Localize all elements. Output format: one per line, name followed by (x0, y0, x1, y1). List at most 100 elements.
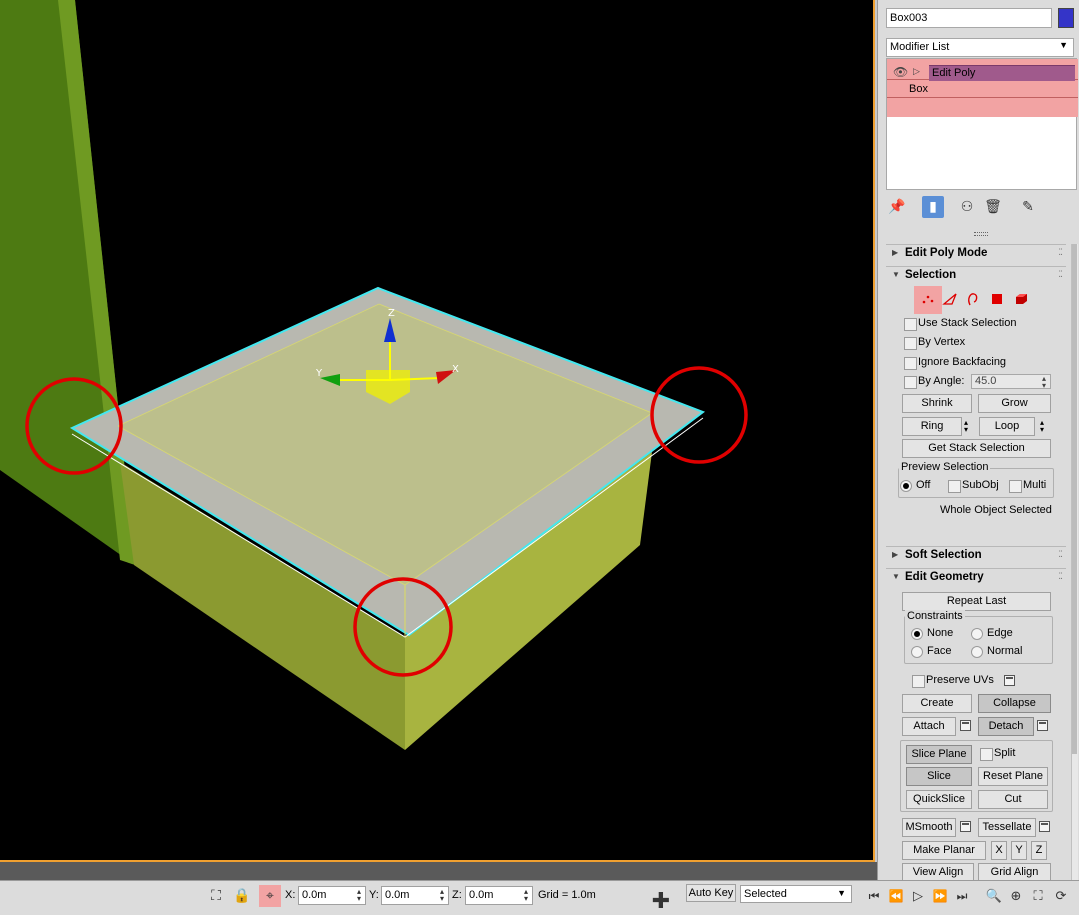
show-end-result-icon[interactable]: ▮ (922, 196, 944, 218)
collapse-button[interactable]: Collapse (978, 694, 1051, 713)
view-align-button[interactable]: View Align (902, 863, 974, 880)
constraint-none-radio[interactable]: None (911, 627, 953, 640)
quickslice-button[interactable]: QuickSlice (906, 790, 972, 809)
zoom-icon[interactable]: 🔍 (983, 885, 1005, 907)
next-frame-icon[interactable]: ⏩ (929, 885, 951, 907)
by-vertex-checkbox[interactable]: By Vertex (904, 336, 965, 352)
modifier-stack: 👁 ▷ Edit Poly Box (886, 58, 1078, 190)
z-coordinate-field[interactable]: 0.0m (465, 886, 533, 905)
planar-z-button[interactable]: Z (1031, 841, 1047, 860)
create-button[interactable]: Create (902, 694, 972, 713)
preview-multi-checkbox[interactable]: Multi (1009, 479, 1046, 495)
object-name-field[interactable]: Box003 (886, 8, 1052, 28)
stack-item-box[interactable]: Box (909, 83, 928, 95)
drag-grip[interactable] (974, 232, 988, 236)
stack-item-edit-poly[interactable]: 👁 ▷ Edit Poly (891, 65, 1075, 81)
orbit-icon[interactable]: ⟳ (1050, 885, 1072, 907)
msmooth-settings-icon[interactable] (960, 821, 971, 832)
go-to-start-icon[interactable]: ⏮ (863, 885, 885, 907)
zoom-all-icon[interactable]: ⊕ (1005, 885, 1027, 907)
slice-plane-button[interactable]: Slice Plane (906, 745, 972, 764)
reset-plane-button[interactable]: Reset Plane (978, 767, 1048, 786)
eye-icon[interactable]: 👁 (893, 65, 908, 79)
constraint-face-radio[interactable]: Face (911, 645, 951, 658)
set-key-icon[interactable]: ✚ (646, 887, 676, 915)
timeline-strip[interactable] (0, 862, 877, 880)
y-label: Y: (369, 889, 379, 901)
stack-toolbar: 📌 ▮ ⚇ 🗑 ✎ (886, 196, 1074, 218)
gizmo-y-label: Y (315, 368, 323, 379)
detach-button[interactable]: Detach (978, 717, 1034, 736)
zoom-extents-icon[interactable]: ⛶ (1027, 885, 1049, 907)
angle-spinner[interactable]: 45.0 ▴▾ (971, 374, 1051, 390)
constraints-label: Constraints (905, 610, 965, 622)
loop-spinner[interactable]: ▴▾ (1040, 419, 1046, 434)
panel-scroll-thumb[interactable] (1072, 244, 1077, 754)
key-mode-dropdown[interactable]: Selected ▼ (740, 885, 852, 903)
attach-button[interactable]: Attach (902, 717, 956, 736)
shrink-button[interactable]: Shrink (902, 394, 972, 413)
trash-icon[interactable]: 🗑 (982, 196, 1004, 218)
playback-controls: ⏮ ⏪ ▷ ⏩ ⏭ 🔍 ⊕ ⛶ ⟳ (869, 880, 1079, 915)
polygon-mode-icon[interactable] (985, 286, 1009, 312)
stack-item-label: Edit Poly (929, 65, 1075, 81)
z-label: Z: (452, 889, 462, 901)
edge-mode-icon[interactable] (938, 286, 962, 312)
preview-subobj-checkbox[interactable]: SubObj (948, 479, 999, 495)
element-mode-icon[interactable] (1009, 286, 1033, 312)
rollout-edit-poly-mode[interactable]: ▶ Edit Poly Mode ⁚⁚ (886, 244, 1066, 262)
border-mode-icon[interactable] (961, 286, 985, 312)
cut-button[interactable]: Cut (978, 790, 1048, 809)
preserve-uvs-settings-icon[interactable] (1004, 675, 1015, 686)
attach-settings-icon[interactable] (960, 720, 971, 731)
grid-align-button[interactable]: Grid Align (978, 863, 1051, 880)
modifier-list-dropdown[interactable]: Modifier List ▼ (886, 38, 1074, 57)
constraint-normal-radio[interactable]: Normal (971, 645, 1022, 658)
pin-stack-icon[interactable]: 📌 (886, 196, 908, 218)
lock-icon[interactable]: 🔒 (231, 885, 253, 907)
rollout-edit-geometry[interactable]: ▼ Edit Geometry ⁚⁚ (886, 568, 1066, 586)
use-stack-selection-checkbox[interactable]: Use Stack Selection (904, 317, 1016, 333)
rollout-soft-selection[interactable]: ▶ Soft Selection ⁚⁚ (886, 546, 1066, 564)
detach-settings-icon[interactable] (1037, 720, 1048, 731)
selection-status-text: Whole Object Selected (940, 504, 1052, 516)
x-coordinate-field[interactable]: 0.0m (298, 886, 366, 905)
key-controls: ✚ Auto Key Selected ▼ (638, 880, 877, 915)
absolute-mode-icon[interactable]: ⌖ (259, 885, 281, 907)
planar-y-button[interactable]: Y (1011, 841, 1027, 860)
tessellate-button[interactable]: Tessellate (978, 818, 1036, 837)
tessellate-settings-icon[interactable] (1039, 821, 1050, 832)
play-icon[interactable]: ▷ (907, 885, 929, 907)
auto-key-button[interactable]: Auto Key (686, 884, 736, 902)
get-stack-selection-button[interactable]: Get Stack Selection (902, 439, 1051, 458)
make-planar-button[interactable]: Make Planar (902, 841, 986, 860)
x-label: X: (285, 889, 296, 901)
msmooth-button[interactable]: MSmooth (902, 818, 956, 837)
grow-button[interactable]: Grow (978, 394, 1051, 413)
make-unique-icon[interactable]: ⚇ (956, 196, 978, 218)
slice-button[interactable]: Slice (906, 767, 972, 786)
isolate-selection-icon[interactable]: ⛶ (205, 885, 227, 907)
y-coordinate-field[interactable]: 0.0m (381, 886, 449, 905)
ring-button[interactable]: Ring (902, 417, 962, 436)
expand-arrow-icon[interactable]: ▷ (913, 66, 920, 77)
split-checkbox[interactable]: Split (980, 747, 1015, 763)
preview-off-radio[interactable]: Off (900, 479, 930, 492)
gizmo-x-label: X (452, 364, 459, 375)
expanded-arrow-icon: ▼ (892, 270, 900, 279)
repeat-last-button[interactable]: Repeat Last (902, 592, 1051, 611)
ignore-backfacing-checkbox[interactable]: Ignore Backfacing (904, 356, 1006, 372)
rollout-selection[interactable]: ▼ Selection ⁚⁚ (886, 266, 1066, 284)
modifier-list-label: Modifier List (890, 41, 950, 53)
planar-x-button[interactable]: X (991, 841, 1007, 860)
ring-spinner[interactable]: ▴▾ (964, 419, 970, 434)
configure-sets-icon[interactable]: ✎ (1017, 196, 1039, 218)
viewport-perspective[interactable]: Z Y X (0, 0, 875, 862)
by-angle-checkbox[interactable]: By Angle: (904, 375, 964, 391)
loop-button[interactable]: Loop (979, 417, 1035, 436)
object-color-swatch[interactable] (1058, 8, 1074, 28)
constraint-edge-radio[interactable]: Edge (971, 627, 1013, 640)
preserve-uvs-checkbox[interactable]: Preserve UVs (912, 674, 994, 690)
go-to-end-icon[interactable]: ⏭ (951, 885, 973, 907)
previous-frame-icon[interactable]: ⏪ (885, 885, 907, 907)
